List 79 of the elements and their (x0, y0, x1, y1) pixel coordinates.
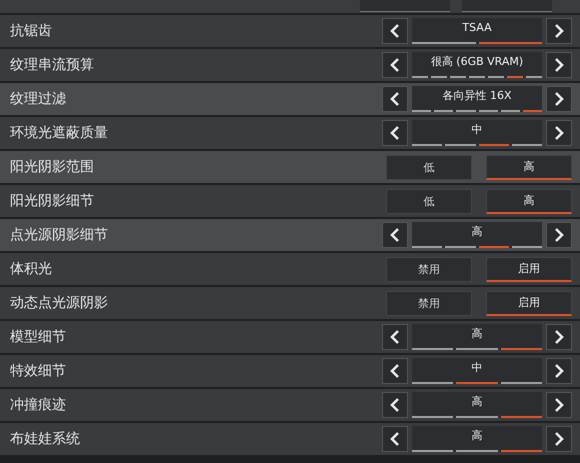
chevron-right-icon (553, 57, 565, 73)
next-button[interactable] (546, 52, 572, 78)
chevron-left-icon (389, 227, 401, 243)
settings-row[interactable]: 阳光阴影范围 低 高 (0, 151, 580, 183)
setting-label: 纹理过滤 (10, 90, 66, 108)
setting-label: 纹理串流预算 (10, 56, 94, 74)
previous-button[interactable] (382, 18, 408, 44)
option-button[interactable]: 禁用 (386, 256, 472, 282)
setting-label: 体积光 (10, 260, 52, 278)
setting-label: 抗锯齿 (10, 22, 52, 40)
settings-row[interactable]: 布娃娃系统 高 (0, 423, 580, 455)
setting-value: 高 (472, 326, 482, 342)
settings-row[interactable]: 阳光阴影细节 低 高 (0, 185, 580, 217)
setting-label: 阳光阴影细节 (10, 192, 94, 210)
next-button[interactable] (546, 358, 572, 384)
settings-row[interactable]: 动态点光源阴影 禁用 启用 (0, 287, 580, 319)
settings-row[interactable]: 特效细节 中 (0, 355, 580, 387)
setting-value: 高 (472, 224, 482, 240)
setting-label: 布娃娃系统 (10, 430, 80, 448)
settings-row[interactable]: 环境光遮蔽质量 中 (0, 117, 580, 149)
next-button[interactable] (546, 120, 572, 146)
setting-value: TSAA (462, 20, 492, 36)
chevron-left-icon (389, 23, 401, 39)
chevron-right-icon (553, 91, 565, 107)
settings-row[interactable]: 模型细节 高 (0, 321, 580, 353)
option-button[interactable]: 低 (386, 154, 472, 180)
setting-label: 动态点光源阴影 (10, 294, 108, 312)
setting-value: 很高 (6GB VRAM) (430, 54, 524, 70)
chevron-right-icon (553, 397, 565, 413)
chevron-left-icon (389, 431, 401, 447)
previous-button[interactable] (382, 86, 408, 112)
setting-label: 环境光遮蔽质量 (10, 124, 108, 142)
chevron-left-icon (389, 91, 401, 107)
setting-value: 高 (472, 428, 482, 444)
next-button[interactable] (546, 18, 572, 44)
previous-button[interactable] (382, 120, 408, 146)
setting-value: 中 (472, 122, 482, 138)
chevron-right-icon (553, 329, 565, 345)
settings-row[interactable]: 冲撞痕迹 高 (0, 389, 580, 421)
chevron-right-icon (553, 23, 565, 39)
setting-label: 模型细节 (10, 328, 66, 346)
setting-label: 阳光阴影范围 (10, 158, 94, 176)
chevron-left-icon (389, 125, 401, 141)
previous-button[interactable] (382, 426, 408, 452)
next-button[interactable] (546, 222, 572, 248)
previous-button[interactable] (382, 358, 408, 384)
chevron-right-icon (553, 431, 565, 447)
setting-value: 中 (472, 360, 482, 376)
option-button[interactable]: 启用 (486, 290, 572, 316)
chevron-right-icon (553, 363, 565, 379)
previous-button[interactable] (382, 392, 408, 418)
setting-value: 高 (472, 394, 482, 410)
previous-button[interactable] (382, 52, 408, 78)
settings-row[interactable]: 抗锯齿 TSAA (0, 15, 580, 47)
chevron-left-icon (389, 397, 401, 413)
chevron-left-icon (389, 363, 401, 379)
setting-label: 冲撞痕迹 (10, 396, 66, 414)
setting-label: 点光源阴影细节 (10, 226, 108, 244)
setting-value: 各向异性 16X (442, 88, 512, 104)
next-button[interactable] (546, 324, 572, 350)
option-button[interactable]: 禁用 (386, 290, 472, 316)
chevron-left-icon (389, 329, 401, 345)
settings-row[interactable]: 体积光 禁用 启用 (0, 253, 580, 285)
previous-button[interactable] (382, 324, 408, 350)
chevron-right-icon (553, 227, 565, 243)
option-button[interactable]: 高 (486, 154, 572, 180)
option-button[interactable]: 高 (486, 188, 572, 214)
chevron-left-icon (389, 57, 401, 73)
next-button[interactable] (546, 426, 572, 452)
settings-row[interactable]: 纹理过滤 各向异性 16X (0, 83, 580, 115)
option-button[interactable]: 启用 (486, 256, 572, 282)
next-button[interactable] (546, 392, 572, 418)
settings-row[interactable]: 纹理串流预算 很高 (6GB VRAM) (0, 49, 580, 81)
option-button[interactable]: 低 (386, 188, 472, 214)
chevron-right-icon (553, 125, 565, 141)
setting-label: 特效细节 (10, 362, 66, 380)
next-button[interactable] (546, 86, 572, 112)
previous-button[interactable] (382, 222, 408, 248)
settings-row[interactable]: 点光源阴影细节 高 (0, 219, 580, 251)
